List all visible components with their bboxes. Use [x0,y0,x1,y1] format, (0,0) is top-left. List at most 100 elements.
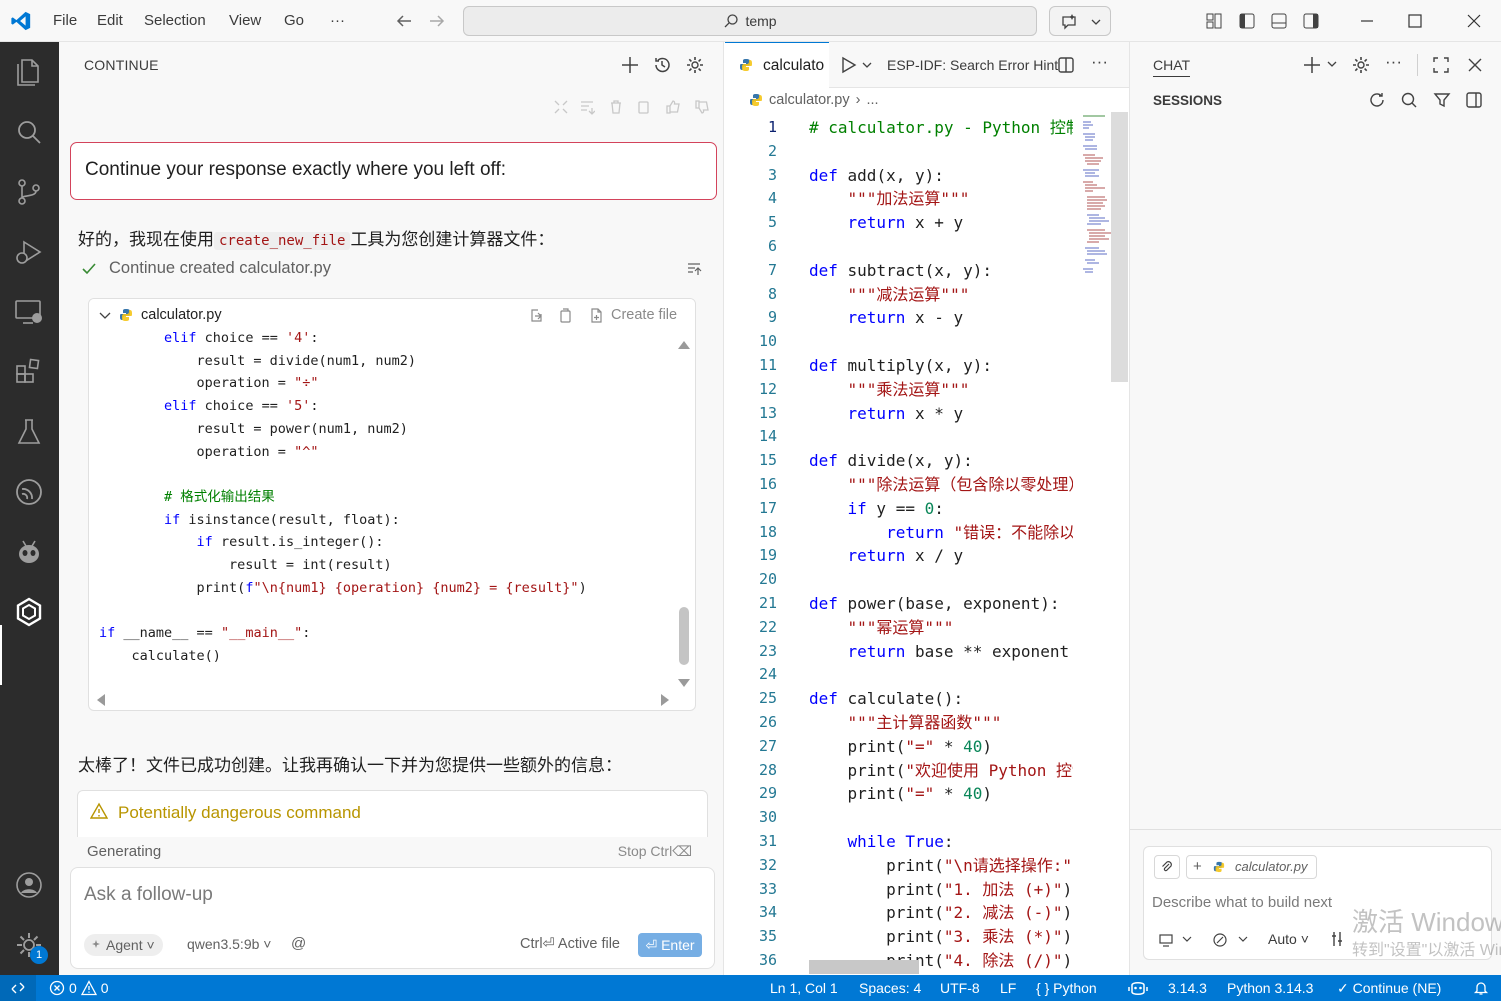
chevron-down-icon[interactable] [1238,936,1248,944]
collapse-icon[interactable] [686,261,702,277]
active-file-button[interactable]: Ctrl⏎ Active file [520,936,620,952]
language-mode[interactable]: { } Python [1036,975,1097,1001]
mention-button[interactable]: @ [291,935,306,952]
explorer-icon[interactable] [13,56,45,88]
insert-at-cursor-icon[interactable] [579,99,595,115]
toggle-sessions-sidebar-icon[interactable] [1465,91,1483,109]
chat-title[interactable]: CHAT [1153,57,1191,77]
code-editor[interactable]: # calculator.py - Python 控制台 def add(x, … [809,116,1073,973]
end-of-line[interactable]: LF [1000,975,1016,1001]
chat-settings-icon[interactable] [1351,55,1371,75]
menu-file[interactable]: File [53,0,77,42]
indentation[interactable]: Spaces: 4 [859,975,921,1001]
command-center-search[interactable]: temp [463,6,1037,36]
copy-icon[interactable] [635,99,651,115]
enter-button[interactable]: ⏎ Enter [638,933,702,957]
problems-indicator[interactable]: 0 0 [49,975,109,1001]
platformio-alien-icon[interactable] [13,536,45,568]
search-sessions-icon[interactable] [1400,91,1418,109]
back-arrow-icon[interactable] [395,12,413,30]
toggle-panel-icon[interactable] [1270,12,1288,30]
maximize-icon[interactable] [1406,12,1424,30]
tools-icon[interactable] [1330,930,1348,948]
toggle-primary-sidebar-icon[interactable] [1238,12,1256,30]
user-message[interactable]: Continue your response exactly where you… [70,142,717,200]
remote-explorer-icon[interactable] [13,296,45,328]
breadcrumb-file[interactable]: calculator.py [769,92,850,108]
tab-calculator[interactable]: calculato [725,42,829,88]
menu-edit[interactable]: Edit [97,0,123,42]
scroll-up-arrow-icon[interactable] [677,339,691,351]
chevron-down-icon[interactable] [1182,936,1192,944]
history-icon[interactable] [652,55,672,75]
menu-view[interactable]: View [229,0,261,42]
copy-code-icon[interactable] [558,308,573,323]
more-actions-button[interactable]: ··· [1091,52,1108,72]
apply-icon[interactable] [529,308,544,323]
split-editor-icon[interactable] [1057,56,1075,74]
chevron-down-icon[interactable] [861,62,873,70]
new-session-plus-icon[interactable] [620,55,640,75]
menu-more[interactable]: ··· [330,0,345,42]
toggle-secondary-sidebar-icon[interactable] [1302,12,1320,30]
remote-indicator[interactable] [0,975,36,1001]
continue-status[interactable]: ✓ Continue (NE) [1337,975,1441,1001]
run-debug-icon[interactable] [13,236,45,268]
scroll-right-arrow-icon[interactable] [659,693,671,707]
esp-idf-icon[interactable] [13,476,45,508]
close-window-icon[interactable] [1465,12,1483,30]
chevron-down-icon[interactable] [99,311,111,321]
follow-up-input[interactable]: Ask a follow-up Agent ˅ qwen3.5:9b ˅ @ C… [70,867,715,969]
model-selector[interactable]: qwen3.5:9b ˅ [187,936,271,952]
esp-idf-hint-button[interactable]: ESP-IDF: Search Error Hint [887,57,1058,73]
python-version[interactable]: 3.14.3 [1168,975,1207,1001]
cursor-position[interactable]: Ln 1, Col 1 [770,975,838,1001]
testing-flask-icon[interactable] [13,416,45,448]
new-chat-plus-icon[interactable] [1302,55,1322,75]
extensions-icon[interactable] [13,356,45,388]
source-control-icon[interactable] [13,176,45,208]
editor-vscrollbar[interactable] [1111,112,1128,382]
scroll-down-arrow-icon[interactable] [677,677,691,689]
thumbs-up-icon[interactable] [665,99,681,115]
create-file-button[interactable]: Create file [611,307,677,323]
agent-mode-selector[interactable]: Agent ˅ [84,934,163,956]
scroll-left-arrow-icon[interactable] [95,693,107,707]
breadcrumb-more[interactable]: ... [866,92,878,108]
create-file-icon[interactable] [589,308,604,323]
mode-icon[interactable] [1212,932,1228,948]
chat-more-button[interactable]: ··· [1385,52,1402,72]
continue-extension-icon[interactable] [13,596,45,628]
filter-icon[interactable] [1433,91,1451,109]
device-icon[interactable] [1158,932,1174,948]
accounts-icon[interactable] [13,869,45,901]
add-context-plus-icon[interactable]: + [1193,856,1202,878]
menu-selection[interactable]: Selection [144,0,206,42]
minimap[interactable] [1081,112,1111,282]
breadcrumb[interactable]: calculator.py › ... [749,92,879,108]
settings-gear-icon[interactable] [685,55,705,75]
editor-hscrollbar[interactable] [809,960,919,974]
notifications-bell-icon[interactable] [1473,980,1489,996]
context-attachment[interactable]: + calculator.py [1186,855,1317,879]
forward-arrow-icon[interactable] [428,12,446,30]
python-interpreter[interactable]: Python 3.14.3 [1227,975,1313,1001]
thumbs-down-icon[interactable] [694,99,710,115]
copilot-button[interactable] [1049,6,1111,36]
stop-button[interactable]: Stop Ctrl⌫ [618,843,692,860]
menu-go[interactable]: Go [284,0,304,42]
copilot-status-icon[interactable] [1128,979,1148,997]
compress-icon[interactable] [553,99,569,115]
code-vscrollbar[interactable] [679,607,689,665]
model-picker[interactable]: Auto ˅ [1268,931,1309,947]
encoding[interactable]: UTF-8 [940,975,980,1001]
customize-layout-icon[interactable] [1205,12,1223,30]
trash-icon[interactable] [608,99,624,115]
close-panel-icon[interactable] [1466,56,1484,74]
chevron-down-icon[interactable] [1326,61,1338,69]
minimize-icon[interactable] [1358,12,1376,30]
maximize-panel-icon[interactable] [1432,56,1450,74]
refresh-icon[interactable] [1368,91,1386,109]
search-sidebar-icon[interactable] [13,116,45,148]
attach-button[interactable] [1154,855,1180,879]
